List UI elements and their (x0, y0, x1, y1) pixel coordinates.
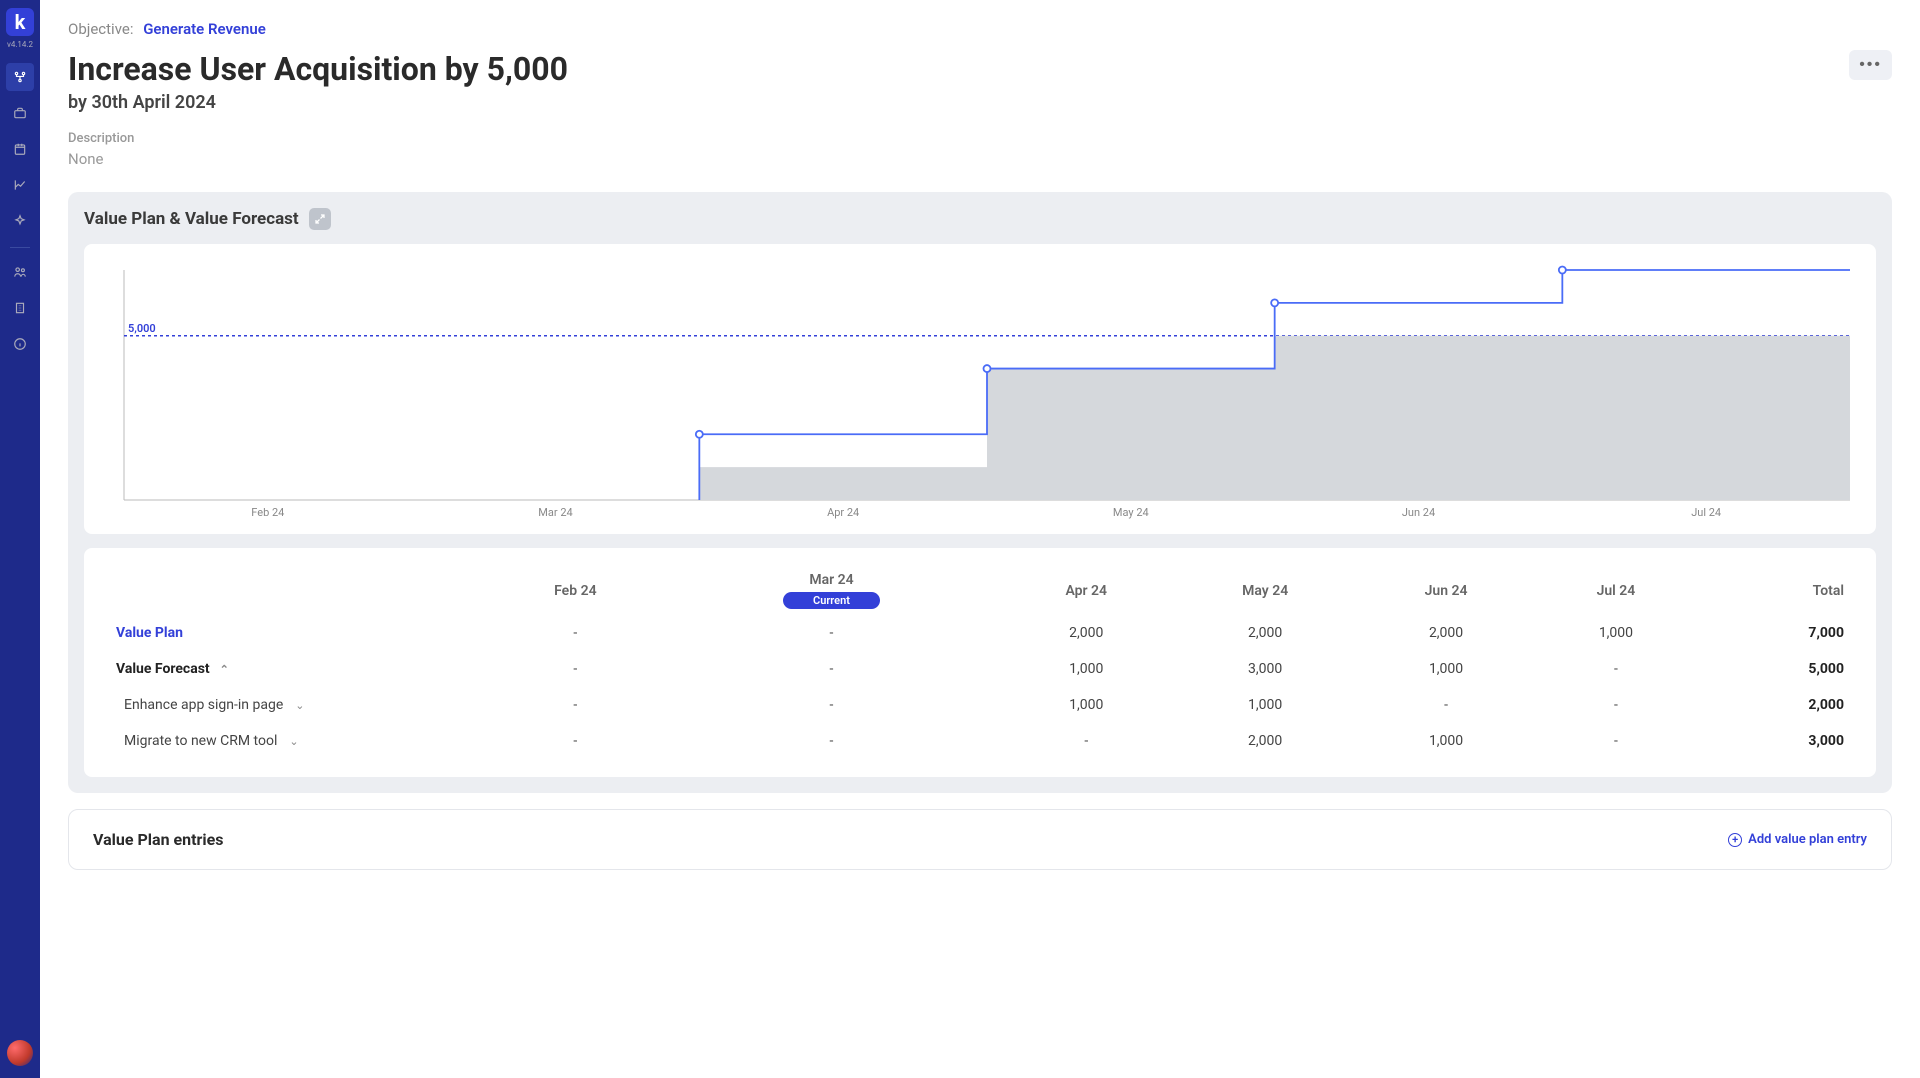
table-cell: 1,000 (1000, 651, 1172, 687)
table-cell: 1,000 (1172, 687, 1358, 723)
table-cell: 1,000 (1358, 651, 1534, 687)
table-cell: - (488, 723, 663, 759)
table-cell: 2,000 (1172, 615, 1358, 651)
description-value: None (68, 150, 1892, 168)
chart-card: 5,000 Feb 24 Mar 24 Apr 24 May 24 Jun 24 Jul 2… (84, 244, 1876, 534)
nav-chart-icon[interactable] (6, 171, 34, 199)
app-version: v4.14.2 (7, 40, 33, 49)
table-row: Enhance app sign-in page ⌄--1,0001,000--… (108, 687, 1852, 723)
table-cell: - (663, 615, 1001, 651)
nav-people-icon[interactable] (6, 258, 34, 286)
table-column-header: Total (1698, 566, 1852, 615)
table-cell: - (488, 687, 663, 723)
nav-divider (10, 247, 30, 248)
table-cell: 3,000 (1172, 651, 1358, 687)
main-content: Objective: Generate Revenue Increase Use… (40, 0, 1920, 1078)
table-cell: - (1000, 723, 1172, 759)
chevron-down-icon: ⌄ (289, 735, 298, 748)
chart-x-tick: Jun 24 (1402, 506, 1435, 519)
breadcrumb-label: Objective: (68, 20, 133, 38)
chevron-up-icon: ⌃ (220, 663, 229, 676)
current-period-badge: Current (783, 592, 880, 609)
description-label: Description (68, 131, 1892, 146)
value-plan-entries-panel: Value Plan entries + Add value plan entr… (68, 809, 1892, 870)
table-cell: - (1534, 687, 1698, 723)
table-cell: 2,000 (1000, 615, 1172, 651)
entries-title: Value Plan entries (93, 830, 224, 849)
table-cell: - (663, 687, 1001, 723)
chart-x-tick: Jul 24 (1691, 506, 1721, 519)
table-cell: - (488, 651, 663, 687)
table-row: Migrate to new CRM tool ⌄---2,0001,000-3… (108, 723, 1852, 759)
table-column-header: Jul 24 (1534, 566, 1698, 615)
table-cell: - (1534, 651, 1698, 687)
chart-x-tick: Feb 24 (251, 506, 284, 519)
table-cell: 5,000 (1698, 651, 1852, 687)
row-label-sub-item[interactable]: Migrate to new CRM tool ⌄ (116, 733, 480, 749)
nav-calendar-icon[interactable] (6, 135, 34, 163)
table-column-header: Jun 24 (1358, 566, 1534, 615)
table-cell: 1,000 (1000, 687, 1172, 723)
panel-title: Value Plan & Value Forecast (84, 209, 299, 229)
user-avatar[interactable] (7, 1040, 33, 1066)
table-cell: 3,000 (1698, 723, 1852, 759)
sidebar: k v4.14.2 (0, 0, 40, 1078)
table-cell: - (663, 723, 1001, 759)
breadcrumb-link[interactable]: Generate Revenue (143, 20, 266, 38)
chevron-down-icon: ⌄ (295, 699, 304, 712)
table-column-header: Feb 24 (488, 566, 663, 615)
table-column-header: Mar 24Current (663, 566, 1001, 615)
nav-info-icon[interactable] (6, 330, 34, 358)
chart-x-tick: Apr 24 (827, 506, 859, 519)
table-cell: 2,000 (1358, 615, 1534, 651)
chart-x-tick: May 24 (1113, 506, 1149, 519)
table-cell: 1,000 (1534, 615, 1698, 651)
more-options-button[interactable]: ••• (1849, 50, 1892, 80)
add-value-plan-entry-button[interactable]: + Add value plan entry (1728, 832, 1867, 847)
row-label-value-plan: Value Plan (116, 625, 183, 641)
row-label-value-forecast[interactable]: Value Forecast ⌃ (116, 661, 480, 677)
page-subtitle: by 30th April 2024 (68, 92, 568, 113)
table-cell: 2,000 (1698, 687, 1852, 723)
nav-sparkle-icon[interactable] (6, 207, 34, 235)
value-table-card: Feb 24Mar 24CurrentApr 24May 24Jun 24Jul… (84, 548, 1876, 777)
table-column-header: May 24 (1172, 566, 1358, 615)
nav-briefcase-icon[interactable] (6, 99, 34, 127)
value-chart: 5,000 Feb 24 Mar 24 Apr 24 May 24 Jun 24 Jul 2… (94, 264, 1856, 524)
breadcrumb: Objective: Generate Revenue (68, 20, 1892, 38)
row-label-sub-item[interactable]: Enhance app sign-in page ⌄ (116, 697, 480, 713)
table-cell: - (1358, 687, 1534, 723)
app-logo[interactable]: k (6, 8, 34, 36)
value-table: Feb 24Mar 24CurrentApr 24May 24Jun 24Jul… (108, 566, 1852, 759)
plus-circle-icon: + (1728, 833, 1742, 847)
table-cell: - (1534, 723, 1698, 759)
table-cell: 2,000 (1172, 723, 1358, 759)
value-plan-forecast-panel: Value Plan & Value Forecast 5,000Feb 24M… (68, 192, 1892, 793)
table-column-header: Apr 24 (1000, 566, 1172, 615)
page-title: Increase User Acquisition by 5,000 (68, 50, 568, 88)
table-cell: 7,000 (1698, 615, 1852, 651)
table-cell: - (663, 651, 1001, 687)
table-cell: 1,000 (1358, 723, 1534, 759)
table-row: Value Forecast ⌃--1,0003,0001,000-5,000 (108, 651, 1852, 687)
expand-chart-button[interactable] (309, 208, 331, 230)
add-entry-label: Add value plan entry (1748, 832, 1867, 847)
nav-strategy-icon[interactable] (6, 63, 34, 91)
chart-x-tick: Mar 24 (538, 506, 572, 519)
nav-building-icon[interactable] (6, 294, 34, 322)
chart-target-label: 5,000 (128, 322, 156, 335)
table-cell: - (488, 615, 663, 651)
table-row: Value Plan--2,0002,0002,0001,0007,000 (108, 615, 1852, 651)
